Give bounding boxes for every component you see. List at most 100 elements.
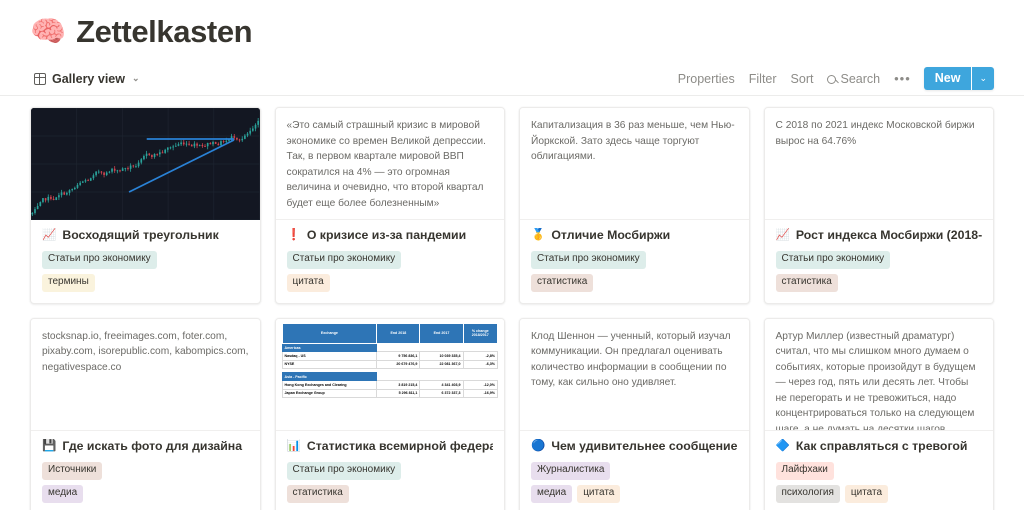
card-title: 📊 Статистика всемирной федерации би… — [287, 439, 494, 455]
card-moex-index-growth[interactable]: С 2018 по 2021 индекс Московской биржи в… — [763, 107, 994, 304]
table-row: NYSE 20 679 476,9 22 081 367,0 -6,3% — [281, 359, 498, 369]
card-tag[interactable]: Источники — [42, 461, 103, 480]
card-shannon-surprise[interactable]: Клод Шеннон — ученный, который изучал ко… — [519, 317, 750, 510]
gallery-grid: 📈 Восходящий треугольник Статьи про экон… — [0, 96, 1024, 510]
table-cell-exchange: Japan Exchange Group — [281, 388, 378, 399]
card-preview-text: stocksnap.io, freeimages.com, foter.com,… — [31, 318, 260, 431]
card-tag-row: Статьи про экономику — [286, 250, 494, 269]
card-tag[interactable]: медиа — [42, 484, 84, 503]
properties-button[interactable]: Properties — [671, 68, 742, 90]
card-body: ❗ О кризисе из-за пандемии Статьи про эк… — [276, 220, 505, 303]
page-header: 🧠 Zettelkasten — [0, 0, 1024, 50]
table-header-cell: % change 2018/2017 — [462, 322, 498, 344]
card-body: 📈 Восходящий треугольник Статьи про экон… — [31, 220, 260, 303]
card-tag[interactable]: психология — [775, 484, 840, 503]
view-tab-label: Gallery view — [52, 71, 125, 86]
chart-increasing-emoji: 📈 — [775, 229, 790, 241]
card-tag-row: психология цитата — [775, 484, 983, 503]
more-options-button[interactable]: ••• — [887, 67, 918, 90]
card-tag[interactable]: медиа — [531, 484, 573, 503]
card-title-text: Рост индекса Мосбиржи (2018-2021) — [795, 228, 982, 242]
card-photo-sources[interactable]: stocksnap.io, freeimages.com, foter.com,… — [30, 317, 261, 510]
card-body: 🔵 Чем удивительнее сообщение, тем бо… Жу… — [520, 431, 749, 510]
bar-chart-emoji: 📊 — [286, 439, 301, 452]
card-tag-row: Статьи про экономику — [42, 250, 249, 269]
card-tag-row: термины — [42, 273, 249, 292]
card-preview-paragraph: «Это самый страшный кризис в мировой эко… — [286, 120, 486, 209]
card-ascending-triangle[interactable]: 📈 Восходящий треугольник Статьи про экон… — [30, 107, 261, 304]
card-title-text: Чем удивительнее сообщение, тем бо… — [551, 438, 738, 453]
exclamation-mark-emoji: ❗ — [286, 229, 301, 241]
card-tag[interactable]: Статьи про экономику — [286, 250, 402, 269]
card-tag[interactable]: Статьи про экономику — [42, 250, 157, 269]
card-body: 📈 Рост индекса Мосбиржи (2018-2021) Стат… — [765, 220, 994, 303]
card-tag[interactable]: статистика — [775, 273, 838, 292]
card-preview-text: «Это самый страшный кризис в мировой эко… — [275, 108, 504, 220]
table-cell-change: -6,3% — [462, 359, 498, 369]
filter-button[interactable]: Filter — [742, 68, 784, 90]
table-region-label: Asia - Pacific — [281, 372, 378, 382]
table-row: Nasdaq - US 9 756 836,1 10 039 335,4 -2,8% — [281, 351, 498, 361]
card-title: 💾 Где искать фото для дизайна — [42, 439, 249, 455]
table-cell-end2018: 20 679 476,9 — [376, 359, 421, 369]
card-tag[interactable]: Статьи про экономику — [775, 250, 891, 269]
new-dropdown-button[interactable]: ⌄ — [972, 67, 994, 90]
page-title: Zettelkasten — [76, 14, 253, 49]
card-title-text: Статистика всемирной федерации би… — [306, 438, 493, 453]
table-cell-change: -12,0% — [462, 380, 498, 390]
table-cell-end2017: 22 081 367,0 — [419, 359, 464, 369]
card-tag-row: медиа цитата — [531, 484, 738, 503]
table-header-cell: Exchange — [281, 322, 378, 344]
card-title-text: Где искать фото для дизайна — [62, 438, 243, 453]
card-tag[interactable]: Статьи про экономику — [531, 250, 646, 269]
search-button[interactable]: Search — [820, 68, 887, 90]
card-body: 🥇 Отличие Мосбиржи Статьи про экономику с… — [520, 220, 749, 303]
view-tab-gallery[interactable]: Gallery view ⌄ — [30, 69, 144, 89]
table-row: Japan Exchange Group 5 296 811,1 6 372 337… — [281, 388, 498, 399]
table-cell-end2018: 9 756 836,1 — [376, 351, 421, 361]
card-title: ❗ О кризисе из-за пандемии — [287, 228, 494, 244]
card-moex-difference[interactable]: Капитализация в 36 раз меньше, чем Нью-Й… — [519, 107, 750, 304]
card-body: 💾 Где искать фото для дизайна Источники м… — [31, 431, 260, 510]
blue-diamond-emoji: 🔷 — [775, 439, 790, 452]
card-tag[interactable]: Лайфхаки — [775, 461, 834, 480]
card-title-text: Отличие Мосбиржи — [551, 228, 671, 242]
card-tag-row: медиа — [42, 484, 249, 503]
candlestick-chart-icon — [31, 108, 260, 220]
card-title-text: О кризисе из-за пандемии — [306, 228, 467, 242]
card-title: 🥇 Отличие Мосбиржи — [531, 228, 738, 244]
filter-label: Filter — [748, 71, 777, 86]
card-tag-row: цитата — [286, 273, 494, 292]
first-place-medal-emoji: 🥇 — [531, 229, 546, 241]
card-preview-text: Артур Миллер (известный драматург) счита… — [764, 318, 993, 431]
table-row: Hong Kong Exchanges and Clearing 3 819 21… — [281, 380, 498, 390]
card-tag-row: Статьи про экономику — [775, 250, 983, 269]
card-body: 🔷 Как справляться с тревогой Лайфхаки пси… — [765, 431, 994, 510]
card-crisis-pandemic[interactable]: «Это самый страшный кризис в мировой эко… — [274, 107, 505, 304]
card-wfe-statistics[interactable]: Exchange End 2018 End 2017% change 2018/20… — [274, 317, 505, 510]
card-tag[interactable]: цитата — [577, 484, 621, 503]
table-header-cell: End 2017 — [419, 322, 464, 344]
card-title-text: Как справляться с тревогой — [795, 438, 968, 453]
card-tag-row: статистика — [775, 273, 983, 292]
card-preview-image — [31, 108, 260, 220]
sort-button[interactable]: Sort — [784, 68, 821, 90]
card-tag[interactable]: цитата — [286, 273, 330, 292]
card-tag[interactable]: термины — [42, 273, 95, 292]
card-cope-with-anxiety[interactable]: Артур Миллер (известный драматург) счита… — [763, 317, 994, 510]
card-tag[interactable]: цитата — [844, 484, 889, 503]
card-title: 🔷 Как справляться с тревогой — [776, 439, 983, 455]
floppy-disk-emoji: 💾 — [42, 439, 57, 452]
table-cell-exchange: Nasdaq - US — [281, 351, 378, 361]
table-cell-exchange: NYSE — [281, 359, 378, 369]
card-tag-row: Журналистика — [531, 461, 738, 480]
table-cell-exchange: Hong Kong Exchanges and Clearing — [281, 380, 378, 390]
card-tag[interactable]: Журналистика — [531, 461, 611, 480]
new-button[interactable]: New — [923, 67, 972, 90]
card-tag[interactable]: статистика — [531, 273, 594, 292]
card-tag[interactable]: Статьи про экономику — [286, 461, 402, 480]
toolbar-actions: Properties Filter Sort Search ••• New ⌄ — [671, 67, 994, 90]
card-tag[interactable]: статистика — [286, 484, 349, 503]
card-preview-paragraph: Артур Миллер (известный драматург) счита… — [775, 330, 976, 431]
table-cell-end2018: 5 296 811,1 — [376, 388, 421, 399]
